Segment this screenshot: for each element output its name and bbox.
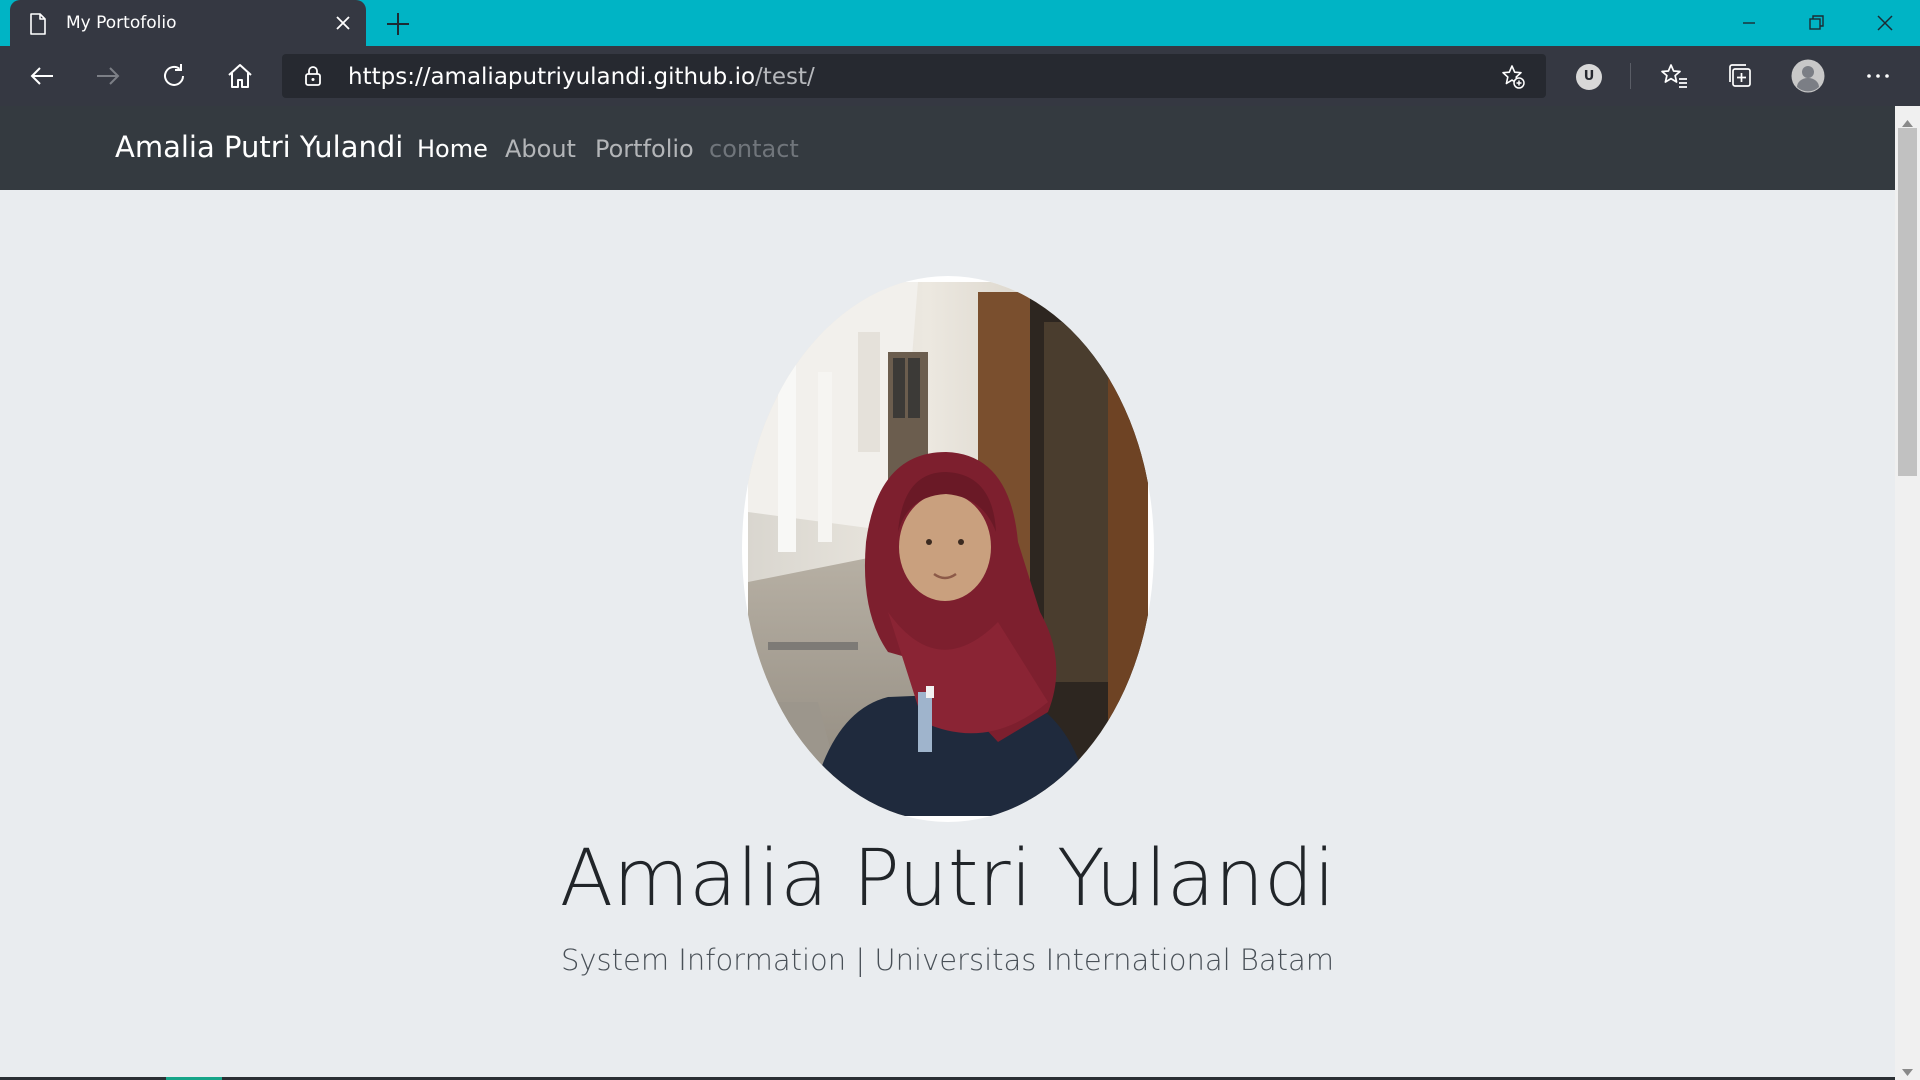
scroll-up-icon[interactable] [1902,112,1913,127]
star-plus-icon[interactable] [1500,64,1526,90]
toolbar-divider [1630,63,1631,89]
more-icon[interactable] [1862,60,1894,92]
nav-portfolio[interactable]: Portfolio [595,134,694,164]
lock-icon[interactable] [302,65,324,87]
forward-arrow-icon[interactable] [92,60,124,92]
nav-home[interactable]: Home [417,134,488,164]
url-path: /test/ [755,64,815,90]
collections-icon[interactable] [1724,60,1756,92]
extension-button[interactable]: U [1576,64,1602,90]
scroll-down-icon[interactable] [1902,1062,1913,1076]
back-arrow-icon[interactable] [26,60,58,92]
hero-subtitle: System Information | Universitas Interna… [560,943,1335,977]
home-icon[interactable] [224,60,256,92]
favorites-icon[interactable] [1658,60,1690,92]
nav-about[interactable]: About [505,134,576,164]
close-icon[interactable] [1870,8,1900,38]
browser-toolbar: https://amaliaputriyulandi.github.io/tes… [0,46,1920,106]
address-bar[interactable]: https://amaliaputriyulandi.github.io/tes… [282,54,1546,98]
profile-avatar-icon[interactable] [1791,59,1825,93]
hero-name: Amalia Putri Yulandi [559,834,1336,924]
navbar-brand[interactable]: Amalia Putri Yulandi [115,130,403,164]
profile-photo-image [748,282,1148,816]
site-navbar: Amalia Putri Yulandi Home About Portfoli… [0,106,1895,190]
plus-icon[interactable] [384,10,412,38]
url-host: https://amaliaputriyulandi.github.io [348,64,756,90]
close-icon[interactable] [332,12,354,34]
nav-contact[interactable]: contact [709,134,799,164]
profile-photo [742,276,1154,822]
scrollbar-thumb[interactable] [1898,128,1917,476]
page-scrollbar[interactable] [1895,106,1920,1080]
page-icon [28,13,48,35]
minimize-icon[interactable] [1734,8,1764,38]
browser-tab-strip: My Portofolio [0,0,1920,46]
url-text[interactable]: https://amaliaputriyulandi.github.io/tes… [348,64,815,90]
browser-tab[interactable]: My Portofolio [10,0,366,46]
restore-icon[interactable] [1801,8,1831,38]
refresh-icon[interactable] [158,60,190,92]
tab-title: My Portofolio [66,13,177,33]
